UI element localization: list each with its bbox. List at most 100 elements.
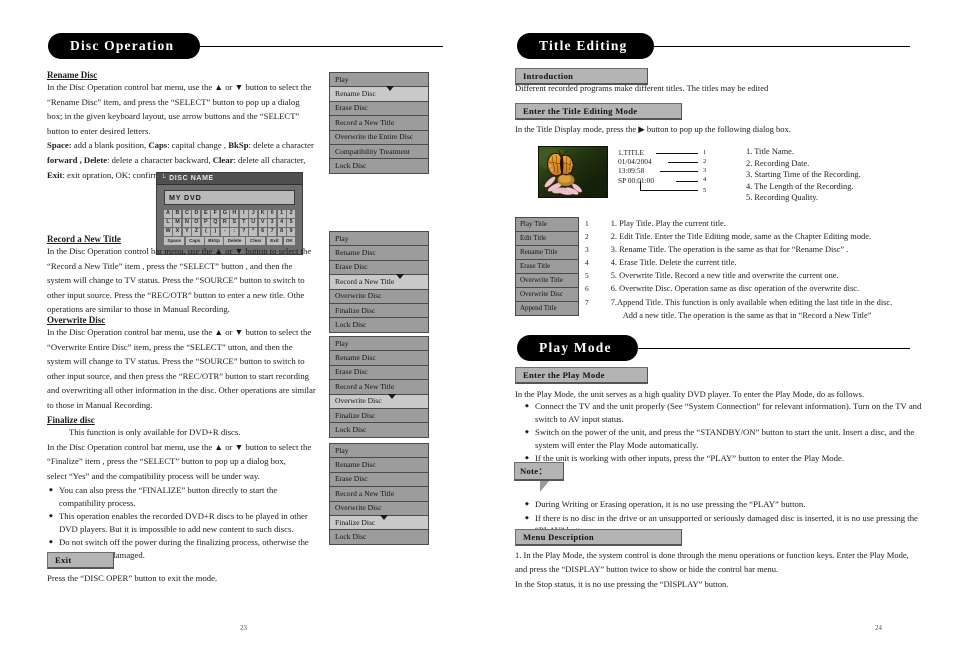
key-M[interactable]: M bbox=[173, 219, 182, 227]
paragraph-line: system will change to TV status. Press t… bbox=[47, 275, 305, 286]
paragraph-line: This function is only available for DVD+… bbox=[69, 427, 241, 437]
key-B[interactable]: B bbox=[173, 210, 182, 218]
menu-item-record-new-title[interactable]: Record a New Title bbox=[330, 274, 428, 290]
key-I[interactable]: I bbox=[239, 210, 248, 218]
menu-item-erase-disc[interactable]: Erase Disc bbox=[330, 102, 428, 117]
key-R[interactable]: R bbox=[220, 219, 229, 227]
menu-item-edit-title[interactable]: Edit Title bbox=[516, 232, 578, 246]
key-5[interactable]: 5 bbox=[287, 219, 296, 227]
menu-item-finalize-disc[interactable]: Finalize Disc bbox=[330, 514, 428, 531]
menu-item-overwrite-disc[interactable]: Overwrite Disc bbox=[330, 502, 428, 516]
key-2[interactable]: 2 bbox=[287, 210, 296, 218]
menu-number: 6 bbox=[585, 284, 589, 294]
exit-chip: Exit bbox=[47, 552, 114, 569]
menu-item-finalize-disc[interactable]: Finalize Disc bbox=[330, 409, 428, 424]
paragraph-line: In the Disc Operation control bar menu, … bbox=[47, 441, 312, 452]
menu-item-overwrite-title[interactable]: Overwrite Title bbox=[516, 274, 578, 288]
osd-line-date: 01/04/2004 2 bbox=[618, 157, 730, 166]
menu-item-erase-disc[interactable]: Erase Disc bbox=[330, 261, 428, 276]
menu-item-lock-disc[interactable]: Lock Disc bbox=[330, 530, 428, 543]
play-mode-intro: In the Play Mode, the unit serves as a h… bbox=[515, 389, 865, 399]
description-item: 7.Append Title. This function is only av… bbox=[610, 297, 893, 307]
menu-item-finalize-disc[interactable]: Finalize Disc bbox=[330, 304, 428, 319]
key-4[interactable]: 4 bbox=[277, 219, 286, 227]
key-G[interactable]: G bbox=[220, 210, 229, 218]
finalize-bullet-list: You can also press the “FINALIZE” button… bbox=[47, 484, 319, 561]
key-E[interactable]: E bbox=[201, 210, 210, 218]
key-D[interactable]: D bbox=[192, 210, 201, 218]
cursor-down-icon bbox=[386, 86, 394, 92]
paragraph-line: “Overwrite Entire Disc” item, press the … bbox=[47, 341, 293, 352]
paragraph-line: In the Disc Operation control bar menu, … bbox=[47, 327, 312, 337]
menu-item-rename-title[interactable]: Rename Title bbox=[516, 246, 578, 260]
key-1[interactable]: 1 bbox=[277, 210, 286, 218]
key-N[interactable]: N bbox=[182, 219, 191, 227]
menu-item-overwrite-disc[interactable]: Overwrite Disc bbox=[330, 393, 428, 409]
section-record-new-title: Record a New Title In the Disc Operation… bbox=[47, 234, 319, 318]
key-J[interactable]: J bbox=[249, 210, 258, 218]
key-O[interactable]: O bbox=[192, 219, 201, 227]
menu-item-record-new-title[interactable]: Record a New Title bbox=[330, 487, 428, 502]
menu-item-play[interactable]: Play bbox=[330, 337, 428, 352]
menu-item-append-title[interactable]: Append Title bbox=[516, 302, 578, 315]
key-T[interactable]: T bbox=[239, 219, 248, 227]
menu-item-rename-disc[interactable]: Rename Disc bbox=[330, 246, 428, 261]
key-L[interactable]: L bbox=[164, 219, 172, 227]
osd-length-quality: SP 00:01:00 bbox=[618, 175, 655, 185]
key-S[interactable]: S bbox=[230, 219, 239, 227]
osd-line-time: 13:09:58 3 bbox=[618, 166, 730, 175]
menu-item-rename-disc[interactable]: Rename Disc bbox=[330, 458, 428, 473]
key-Q[interactable]: Q bbox=[211, 219, 220, 227]
osd-menu-title-editing[interactable]: Play Title Edit Title Rename Title Erase… bbox=[515, 217, 579, 316]
heading-record-new-title: Record a New Title bbox=[47, 234, 121, 244]
osd-menu-record-new-title[interactable]: Play Rename Disc Erase Disc Record a New… bbox=[329, 231, 429, 333]
key-3[interactable]: 3 bbox=[268, 219, 277, 227]
menu-item-label: Record a New Title bbox=[335, 276, 395, 286]
menu-item-lock-disc[interactable]: Lock Disc bbox=[330, 423, 428, 436]
menu-number: 2 bbox=[585, 232, 589, 242]
key-V[interactable]: V bbox=[258, 219, 267, 227]
menu-item-record-new-title[interactable]: Record a New Title bbox=[330, 380, 428, 395]
paragraph-line: and overwriting all other information in… bbox=[47, 385, 316, 396]
paragraph-line: select “Yes” and the compatibility proce… bbox=[47, 470, 260, 481]
key-F[interactable]: F bbox=[211, 210, 220, 218]
page-number-right: 24 bbox=[875, 624, 882, 632]
menu-item-rename-disc[interactable]: Rename Disc bbox=[330, 351, 428, 366]
paragraph-line: other input source, and then press the “… bbox=[47, 370, 310, 381]
osd-menu-rename-disc[interactable]: Play Rename Disc Erase Disc Record a New… bbox=[329, 72, 429, 174]
key-K[interactable]: K bbox=[258, 210, 267, 218]
menu-item-play[interactable]: Play bbox=[330, 232, 428, 247]
key-space-desc: add a blank position, bbox=[71, 140, 149, 151]
menu-item-overwrite-disc[interactable]: Overwrite Disc bbox=[516, 288, 578, 302]
menu-item-lock-disc[interactable]: Lock Disc bbox=[330, 159, 428, 172]
menu-item-overwrite-entire-disc[interactable]: Overwrite the Entire Disc bbox=[330, 131, 428, 145]
menu-item-overwrite-disc[interactable]: Overwrite Disc bbox=[330, 290, 428, 304]
menu-item-record-new-title[interactable]: Record a New Title bbox=[330, 116, 428, 131]
menu-item-erase-disc[interactable]: Erase Disc bbox=[330, 366, 428, 381]
key-P[interactable]: P bbox=[201, 219, 210, 227]
title-info-legend: 1. Title Name. 2. Recording Date. 3. Sta… bbox=[746, 146, 861, 204]
menu-item-rename-disc[interactable]: Rename Disc bbox=[330, 86, 428, 102]
menu-item-play[interactable]: Play bbox=[330, 73, 428, 88]
key-U[interactable]: U bbox=[249, 219, 258, 227]
disc-name-input[interactable]: MY DVD bbox=[164, 190, 295, 205]
bullet-item: You can also press the “FINALIZE” button… bbox=[47, 484, 319, 509]
paragraph-line: “Rename Disc” item, and press the “SELEC… bbox=[47, 96, 300, 107]
key-A[interactable]: A bbox=[164, 210, 172, 218]
menu-item-play-title[interactable]: Play Title bbox=[516, 218, 578, 232]
menu-item-erase-disc[interactable]: Erase Disc bbox=[330, 473, 428, 488]
menu-item-compatibility-treatment[interactable]: Compatibility Treatment bbox=[330, 145, 428, 160]
menu-item-play[interactable]: Play bbox=[330, 444, 428, 459]
osd-menu-finalize-disc[interactable]: Play Rename Disc Erase Disc Record a New… bbox=[329, 443, 429, 545]
key-0[interactable]: 0 bbox=[268, 210, 277, 218]
legend-item: 5. Recording Quality. bbox=[746, 193, 819, 203]
key-C[interactable]: C bbox=[182, 210, 191, 218]
legend-item: 2. Recording Date. bbox=[746, 158, 810, 168]
osd-menu-overwrite-disc[interactable]: Play Rename Disc Erase Disc Record a New… bbox=[329, 336, 429, 438]
menu-item-lock-disc[interactable]: Lock Disc bbox=[330, 318, 428, 331]
marker-1: 1 bbox=[703, 148, 707, 156]
key-H[interactable]: H bbox=[230, 210, 239, 218]
menu-item-erase-title[interactable]: Erase Title bbox=[516, 260, 578, 274]
bullet-item: Switch on the power of the unit, and pre… bbox=[523, 426, 935, 451]
paragraph-line: In the Disc Operation control bar menu, … bbox=[47, 246, 312, 256]
